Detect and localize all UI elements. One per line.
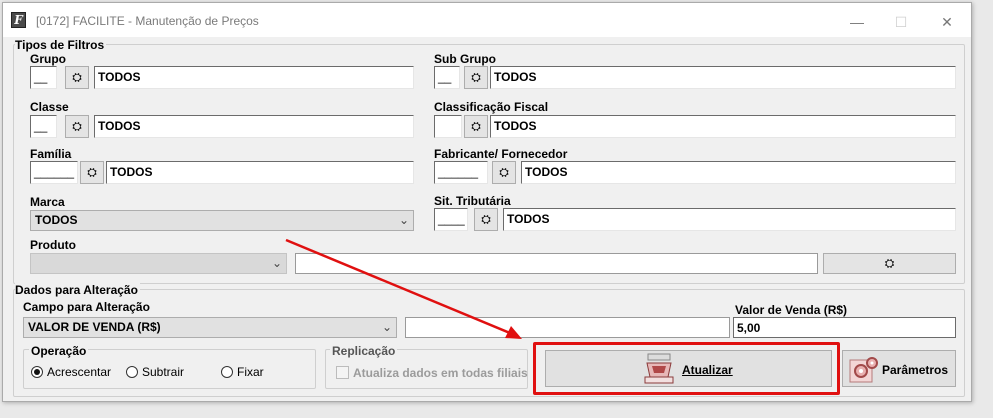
fabricante-description: TODOS bbox=[521, 161, 956, 184]
campo-alteracao-label: Campo para Alteração bbox=[23, 300, 150, 314]
binoculars-icon: ⛭ bbox=[471, 119, 481, 133]
classificacao-fiscal-search-button[interactable]: ⛭ bbox=[464, 115, 488, 138]
chevron-down-icon: ⌄ bbox=[398, 213, 409, 227]
minimize-button[interactable]: — bbox=[835, 9, 879, 35]
fabricante-code-input[interactable]: ______ bbox=[434, 161, 488, 184]
operacao-title: Operação bbox=[29, 344, 89, 358]
classificacao-fiscal-description: TODOS bbox=[490, 115, 956, 138]
subgrupo-description: TODOS bbox=[490, 66, 956, 89]
radio-subtrair[interactable]: Subtrair bbox=[126, 365, 184, 379]
valor-venda-label: Valor de Venda (R$) bbox=[735, 303, 848, 317]
radio-fixar[interactable]: Fixar bbox=[221, 365, 264, 379]
replicacao-checkbox[interactable] bbox=[336, 366, 349, 379]
binoculars-icon: ⛭ bbox=[481, 212, 491, 226]
familia-description: TODOS bbox=[106, 161, 414, 184]
fabricante-search-button[interactable]: ⛭ bbox=[492, 161, 516, 184]
grupo-code-input[interactable]: __ bbox=[30, 66, 57, 89]
alteracao-group-title: Dados para Alteração bbox=[15, 283, 140, 297]
classe-search-button[interactable]: ⛭ bbox=[65, 115, 89, 138]
replicacao-checkbox-label: Atualiza dados em todas filiais bbox=[353, 366, 528, 380]
produto-text-input[interactable] bbox=[295, 253, 818, 274]
classificacao-fiscal-label: Classificação Fiscal bbox=[434, 100, 549, 114]
sit-tributaria-description: TODOS bbox=[503, 208, 956, 231]
produto-select[interactable]: ⌄ bbox=[30, 253, 287, 274]
sit-tributaria-label: Sit. Tributária bbox=[434, 194, 511, 208]
marca-select[interactable]: TODOS ⌄ bbox=[30, 210, 414, 231]
binoculars-icon: ⛭ bbox=[72, 70, 82, 84]
binoculars-icon: ⛭ bbox=[884, 256, 895, 270]
parametros-label: Parâmetros bbox=[882, 363, 949, 377]
binoculars-icon: ⛭ bbox=[72, 119, 82, 133]
valor-middle-input[interactable] bbox=[405, 317, 730, 338]
marca-selected-value: TODOS bbox=[35, 213, 78, 227]
maximize-button: ☐ bbox=[894, 14, 908, 30]
grupo-description: TODOS bbox=[94, 66, 414, 89]
classe-description: TODOS bbox=[94, 115, 414, 138]
produto-search-button[interactable]: ⛭ bbox=[823, 253, 956, 274]
grupo-label: Grupo bbox=[30, 52, 66, 66]
campo-alteracao-selected: VALOR DE VENDA (R$) bbox=[28, 320, 161, 334]
filters-group-title: Tipos de Filtros bbox=[15, 38, 107, 52]
title-bar: F [0172] FACILITE - Manutenção de Preços… bbox=[3, 3, 971, 37]
radio-subtrair-label: Subtrair bbox=[142, 365, 185, 379]
radio-acrescentar-label: Acrescentar bbox=[47, 365, 112, 379]
subgrupo-label: Sub Grupo bbox=[434, 52, 496, 66]
radio-unselected-icon bbox=[126, 366, 138, 378]
chevron-down-icon: ⌄ bbox=[271, 256, 282, 270]
replicacao-title: Replicação bbox=[330, 344, 398, 358]
grupo-search-button[interactable]: ⛭ bbox=[65, 66, 89, 89]
campo-alteracao-select[interactable]: VALOR DE VENDA (R$) ⌄ bbox=[23, 317, 397, 338]
familia-label: Família bbox=[30, 147, 72, 161]
valor-venda-input[interactable]: 5,00 bbox=[733, 317, 956, 338]
sit-tributaria-search-button[interactable]: ⛭ bbox=[474, 208, 498, 231]
subgrupo-code-input[interactable]: __ bbox=[434, 66, 460, 89]
radio-fixar-label: Fixar bbox=[237, 365, 264, 379]
radio-unselected-icon bbox=[221, 366, 233, 378]
subgrupo-search-button[interactable]: ⛭ bbox=[464, 66, 488, 89]
produto-label: Produto bbox=[30, 238, 76, 252]
sit-tributaria-code-input[interactable]: ____ bbox=[434, 208, 468, 231]
app-icon: F bbox=[11, 12, 26, 28]
fabricante-label: Fabricante/ Fornecedor bbox=[434, 147, 568, 161]
close-button[interactable]: ✕ bbox=[925, 9, 969, 35]
radio-acrescentar[interactable]: Acrescentar bbox=[31, 365, 111, 379]
classificacao-fiscal-code-input[interactable] bbox=[434, 115, 462, 138]
familia-code-input[interactable]: ______ bbox=[30, 161, 78, 184]
binoculars-icon: ⛭ bbox=[499, 165, 509, 179]
chevron-down-icon: ⌄ bbox=[381, 320, 392, 334]
binoculars-icon: ⛭ bbox=[87, 165, 97, 179]
radio-selected-icon bbox=[31, 366, 43, 378]
marca-label: Marca bbox=[30, 195, 65, 209]
annotation-highlight-box bbox=[533, 342, 840, 395]
parametros-button[interactable]: Parâmetros bbox=[842, 350, 956, 387]
window-title: [0172] FACILITE - Manutenção de Preços bbox=[36, 14, 259, 28]
classe-label: Classe bbox=[30, 100, 69, 114]
familia-search-button[interactable]: ⛭ bbox=[80, 161, 104, 184]
gears-icon bbox=[849, 357, 878, 383]
binoculars-icon: ⛭ bbox=[471, 70, 481, 84]
classe-code-input[interactable]: __ bbox=[30, 115, 57, 138]
